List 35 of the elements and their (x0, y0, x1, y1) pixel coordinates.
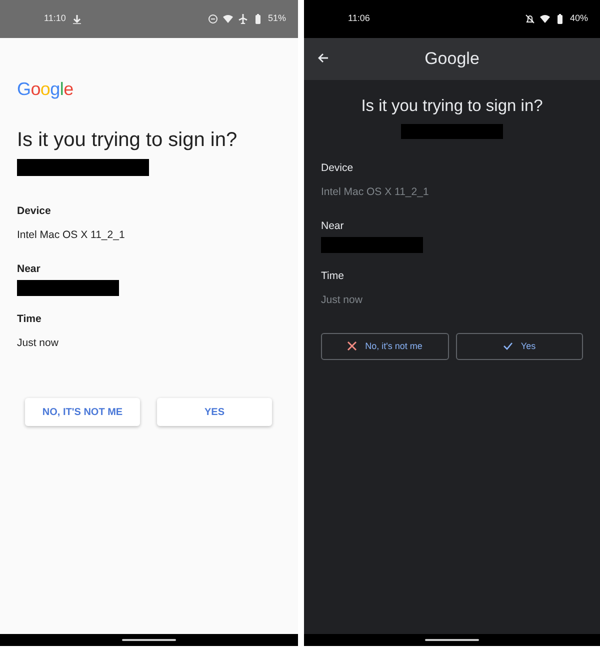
battery-percent: 40% (570, 12, 588, 26)
detail-label: Time (17, 312, 42, 327)
bell-off-icon (524, 14, 535, 24)
home-handle[interactable] (122, 639, 176, 641)
detail-value: Just now (321, 294, 362, 306)
check-icon (502, 341, 513, 352)
close-icon (347, 341, 358, 352)
battery-icon (554, 14, 565, 24)
sign-in-heading: Is it you trying to sign in? (17, 128, 238, 153)
wifi-icon (540, 14, 550, 24)
wifi-icon (222, 14, 233, 24)
detail-label: Near (17, 262, 40, 277)
status-time: 11:06 (348, 12, 370, 26)
detail-value: Intel Mac OS X 11_2_1 (321, 186, 429, 198)
deny-button[interactable]: No, it's not me (321, 332, 448, 360)
battery-percent: 51% (268, 12, 286, 26)
home-handle[interactable] (425, 639, 479, 641)
confirm-button[interactable]: YES (157, 398, 272, 426)
back-arrow-icon[interactable] (318, 53, 328, 63)
app-bar-title: Google (424, 48, 480, 70)
detail-label: Device (321, 160, 354, 176)
detail-label: Time (321, 268, 344, 284)
confirm-button[interactable]: Yes (456, 332, 583, 360)
detail-value: Just now (17, 337, 58, 349)
detail-label: Device (17, 204, 51, 219)
do-not-disturb-icon (208, 14, 218, 24)
google-logo: Google (17, 78, 74, 101)
airplane-icon (238, 14, 248, 24)
download-icon (72, 14, 82, 24)
status-time: 11:10 (44, 12, 66, 26)
deny-button[interactable]: NO, IT'S NOT ME (25, 398, 140, 426)
detail-value: Intel Mac OS X 11_2_1 (17, 229, 125, 241)
detail-label: Near (321, 218, 344, 234)
battery-icon (252, 14, 263, 24)
sign-in-heading: Is it you trying to sign in? (360, 96, 544, 117)
